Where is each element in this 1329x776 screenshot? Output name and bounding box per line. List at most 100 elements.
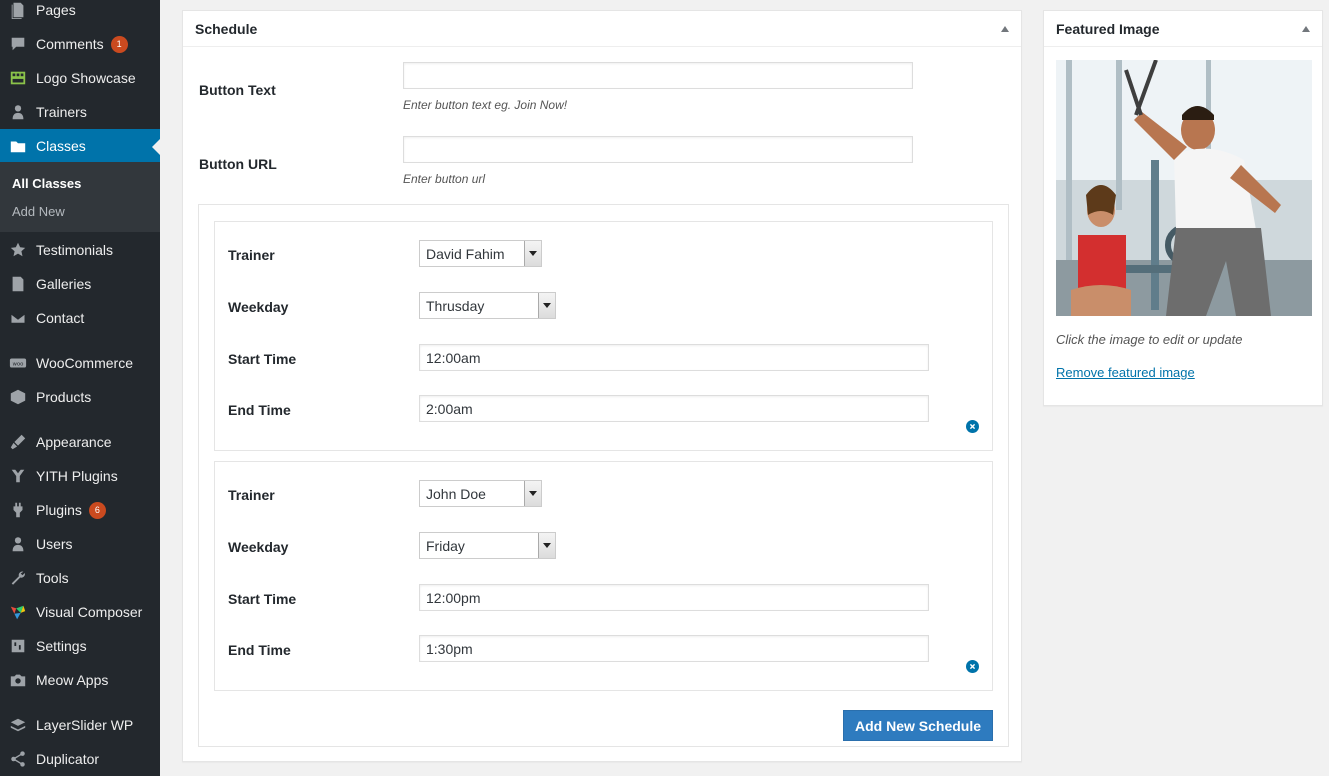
menu-item-settings[interactable]: Settings bbox=[0, 629, 160, 663]
appearance-icon bbox=[0, 433, 36, 451]
featured-image-caption: Click the image to edit or update bbox=[1056, 332, 1243, 347]
menu-label: Meow Apps bbox=[36, 672, 109, 688]
schedule-metabox: Schedule Button Text Enter button text e… bbox=[182, 10, 1022, 762]
menu-label: Duplicator bbox=[36, 751, 100, 767]
menu-item-pages[interactable]: Pages bbox=[0, 0, 160, 27]
menu-label: Settings bbox=[36, 638, 87, 654]
menu-item-testimonials[interactable]: Testimonials bbox=[0, 233, 160, 267]
weekday-select-value: Friday bbox=[426, 537, 465, 554]
trainer-select[interactable]: David Fahim bbox=[419, 240, 542, 267]
menu-item-woocommerce[interactable]: woo WooCommerce bbox=[0, 346, 160, 380]
menu-label: Galleries bbox=[36, 276, 92, 292]
menu-label: Pages bbox=[36, 2, 76, 18]
menu-label: Tools bbox=[36, 570, 69, 586]
menu-label: Logo Showcase bbox=[36, 70, 136, 86]
schedule-header[interactable]: Schedule bbox=[183, 11, 1021, 47]
envelope-icon bbox=[0, 309, 36, 327]
trainer-select-value: John Doe bbox=[426, 485, 486, 502]
menu-item-yith-plugins[interactable]: YITH Plugins bbox=[0, 459, 160, 493]
submenu-add-new[interactable]: Add New bbox=[12, 204, 65, 219]
weekday-label: Weekday bbox=[228, 539, 289, 555]
menu-item-tools[interactable]: Tools bbox=[0, 561, 160, 595]
menu-label: Plugins bbox=[36, 502, 82, 518]
remove-featured-image-link[interactable]: Remove featured image bbox=[1056, 365, 1195, 380]
menu-item-products[interactable]: Products bbox=[0, 380, 160, 414]
trainer-select-value: David Fahim bbox=[426, 245, 505, 262]
menu-label: YITH Plugins bbox=[36, 468, 118, 484]
chevron-down-icon bbox=[524, 481, 541, 506]
menu-item-users[interactable]: Users bbox=[0, 527, 160, 561]
visual-composer-icon bbox=[0, 603, 36, 621]
weekday-select[interactable]: Friday bbox=[419, 532, 556, 559]
schedule-title: Schedule bbox=[195, 20, 258, 37]
menu-item-plugins[interactable]: Plugins 6 bbox=[0, 493, 160, 527]
menu-item-contact[interactable]: Contact bbox=[0, 301, 160, 335]
yith-icon bbox=[0, 467, 36, 485]
svg-text:woo: woo bbox=[13, 361, 24, 367]
featured-image-metabox: Featured Image Click the image to edit o… bbox=[1043, 10, 1323, 406]
plugins-icon bbox=[0, 501, 36, 519]
button-text-hint: Enter button text eg. Join Now! bbox=[403, 98, 568, 112]
remove-schedule-icon[interactable] bbox=[966, 660, 979, 673]
collapse-toggle-icon[interactable] bbox=[1001, 25, 1009, 32]
end-time-label: End Time bbox=[228, 642, 291, 658]
menu-label: LayerSlider WP bbox=[36, 717, 134, 733]
featured-image-title: Featured Image bbox=[1056, 20, 1160, 37]
menu-item-visual-composer[interactable]: Visual Composer bbox=[0, 595, 160, 629]
end-time-input[interactable] bbox=[419, 395, 929, 422]
comments-count-badge: 1 bbox=[110, 35, 128, 53]
add-new-schedule-button[interactable]: Add New Schedule bbox=[843, 710, 993, 741]
camera-icon bbox=[0, 671, 36, 689]
button-url-hint: Enter button url bbox=[403, 172, 486, 186]
featured-image-header[interactable]: Featured Image bbox=[1044, 11, 1322, 47]
layerslider-icon bbox=[0, 716, 36, 734]
schedule-list: Trainer David Fahim Weekday Thrusday Sta… bbox=[198, 204, 1009, 747]
testimonials-icon bbox=[0, 241, 36, 259]
weekday-label: Weekday bbox=[228, 299, 289, 315]
menu-item-classes[interactable]: Classes bbox=[0, 129, 160, 163]
plugins-count-badge: 6 bbox=[88, 501, 106, 519]
menu-label: Contact bbox=[36, 310, 85, 326]
menu-item-galleries[interactable]: Galleries bbox=[0, 267, 160, 301]
menu-item-logo-showcase[interactable]: Logo Showcase bbox=[0, 61, 160, 95]
users-icon bbox=[0, 535, 36, 553]
chevron-down-icon bbox=[538, 293, 555, 318]
submenu-all-classes[interactable]: All Classes bbox=[12, 176, 81, 191]
menu-item-layerslider[interactable]: LayerSlider WP bbox=[0, 708, 160, 742]
menu-label: Trainers bbox=[36, 104, 87, 120]
schedule-entry: Trainer John Doe Weekday Friday Start Ti… bbox=[214, 461, 993, 691]
start-time-label: Start Time bbox=[228, 591, 297, 607]
galleries-icon bbox=[0, 275, 36, 293]
menu-item-meow-apps[interactable]: Meow Apps bbox=[0, 663, 160, 697]
menu-item-appearance[interactable]: Appearance bbox=[0, 425, 160, 459]
menu-item-trainers[interactable]: Trainers bbox=[0, 95, 160, 129]
menu-item-comments[interactable]: Comments 1 bbox=[0, 27, 160, 61]
trainers-icon bbox=[0, 103, 36, 121]
folder-icon bbox=[0, 137, 36, 155]
button-text-label: Button Text bbox=[199, 82, 276, 98]
woocommerce-icon: woo bbox=[0, 354, 36, 372]
featured-image[interactable] bbox=[1056, 60, 1312, 316]
remove-schedule-icon[interactable] bbox=[966, 420, 979, 433]
button-url-input[interactable] bbox=[403, 136, 913, 163]
end-time-label: End Time bbox=[228, 402, 291, 418]
menu-label: Testimonials bbox=[36, 242, 114, 258]
menu-label: Products bbox=[36, 389, 92, 405]
menu-label: Classes bbox=[36, 138, 86, 154]
tools-icon bbox=[0, 569, 36, 587]
weekday-select[interactable]: Thrusday bbox=[419, 292, 556, 319]
start-time-label: Start Time bbox=[228, 351, 297, 367]
menu-item-duplicator[interactable]: Duplicator bbox=[0, 742, 160, 776]
start-time-input[interactable] bbox=[419, 584, 929, 611]
trainer-select[interactable]: John Doe bbox=[419, 480, 542, 507]
start-time-input[interactable] bbox=[419, 344, 929, 371]
button-url-label: Button URL bbox=[199, 156, 277, 172]
end-time-input[interactable] bbox=[419, 635, 929, 662]
menu-label: Users bbox=[36, 536, 73, 552]
duplicator-icon bbox=[0, 750, 36, 768]
menu-label: Comments bbox=[36, 36, 104, 52]
classes-submenu: All Classes Add New bbox=[0, 162, 160, 232]
chevron-down-icon bbox=[538, 533, 555, 558]
button-text-input[interactable] bbox=[403, 62, 913, 89]
collapse-toggle-icon[interactable] bbox=[1302, 25, 1310, 32]
